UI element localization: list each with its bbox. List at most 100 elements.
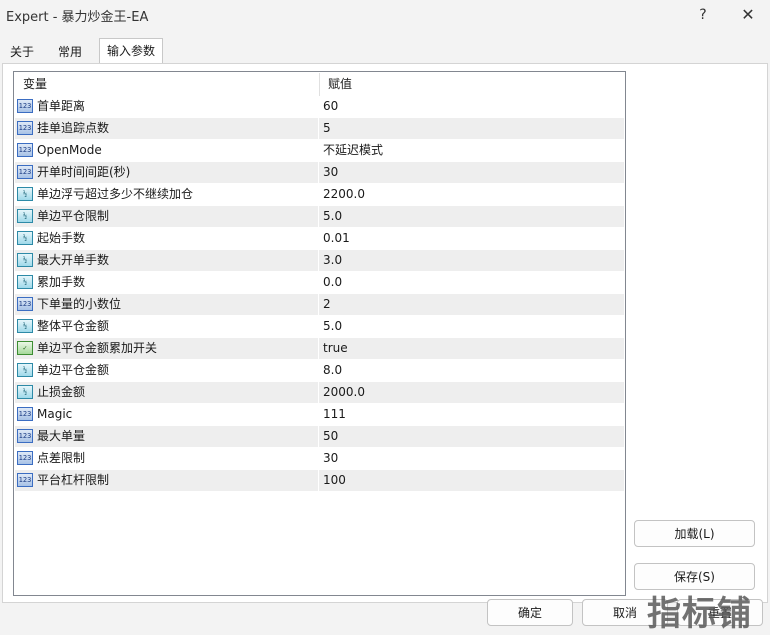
- variable-cell: ½ 最大开单手数: [15, 250, 319, 271]
- table-row[interactable]: ½ 整体平仓金额 5.0: [15, 316, 624, 338]
- variable-name: 点差限制: [37, 451, 86, 465]
- value-cell[interactable]: 5.0: [318, 316, 624, 337]
- double-icon: ½: [17, 253, 33, 267]
- int-icon: 123: [17, 165, 33, 179]
- value-cell[interactable]: 60: [318, 96, 624, 117]
- value-cell[interactable]: 50: [318, 426, 624, 447]
- table-row[interactable]: ½ 单边浮亏超过多少不继续加仓 2200.0: [15, 184, 624, 206]
- table-row[interactable]: 123 开单时间间距(秒) 30: [15, 162, 624, 184]
- grid-header: 变量 赋值: [15, 73, 624, 96]
- variable-name: 最大开单手数: [37, 253, 110, 267]
- value-cell[interactable]: 30: [318, 448, 624, 469]
- tab-common[interactable]: 常用: [50, 42, 90, 63]
- close-icon[interactable]: ✕: [728, 0, 768, 30]
- variable-cell: 123 最大单量: [15, 426, 319, 447]
- value-cell[interactable]: 不延迟模式: [318, 140, 624, 161]
- int-icon: 123: [17, 473, 33, 487]
- int-icon: 123: [17, 99, 33, 113]
- variable-cell: 123 Magic: [15, 404, 319, 425]
- variable-name: 起始手数: [37, 231, 86, 245]
- watermark-logo: 指标铺: [647, 594, 752, 634]
- table-row[interactable]: ✓ 单边平仓金额累加开关 true: [15, 338, 624, 360]
- table-row[interactable]: 123 平台杠杆限制 100: [15, 470, 624, 492]
- value-cell[interactable]: 30: [318, 162, 624, 183]
- table-row[interactable]: ½ 最大开单手数 3.0: [15, 250, 624, 272]
- value-cell[interactable]: 3.0: [318, 250, 624, 271]
- int-icon: 123: [17, 121, 33, 135]
- title-bar: Expert - 暴力炒金王-EA ? ✕: [0, 0, 770, 30]
- column-header-variable[interactable]: 变量: [15, 73, 320, 96]
- table-row[interactable]: 123 点差限制 30: [15, 448, 624, 470]
- table-row[interactable]: 123 下单量的小数位 2: [15, 294, 624, 316]
- double-icon: ½: [17, 231, 33, 245]
- variable-name: 整体平仓金额: [37, 319, 110, 333]
- tab-inputs[interactable]: 输入参数: [99, 38, 163, 64]
- variable-cell: 123 开单时间间距(秒): [15, 162, 319, 183]
- variable-cell: ✓ 单边平仓金额累加开关: [15, 338, 319, 359]
- value-cell[interactable]: true: [318, 338, 624, 359]
- variable-name: 下单量的小数位: [37, 297, 122, 311]
- variable-cell: 123 挂单追踪点数: [15, 118, 319, 139]
- load-button[interactable]: 加载(L): [634, 520, 755, 547]
- value-cell[interactable]: 0.01: [318, 228, 624, 249]
- value-cell[interactable]: 5: [318, 118, 624, 139]
- variable-cell: ½ 累加手数: [15, 272, 319, 293]
- variable-name: 单边平仓金额: [37, 363, 110, 377]
- table-row[interactable]: ½ 单边平仓限制 5.0: [15, 206, 624, 228]
- table-row[interactable]: ½ 累加手数 0.0: [15, 272, 624, 294]
- value-cell[interactable]: 2200.0: [318, 184, 624, 205]
- table-row[interactable]: 123 OpenMode 不延迟模式: [15, 140, 624, 162]
- value-cell[interactable]: 100: [318, 470, 624, 491]
- double-icon: ½: [17, 209, 33, 223]
- value-cell[interactable]: 111: [318, 404, 624, 425]
- table-row[interactable]: 123 挂单追踪点数 5: [15, 118, 624, 140]
- table-row[interactable]: ½ 起始手数 0.01: [15, 228, 624, 250]
- variable-cell: 123 点差限制: [15, 448, 319, 469]
- table-row[interactable]: 123 Magic 111: [15, 404, 624, 426]
- help-icon[interactable]: ?: [683, 0, 723, 30]
- variable-cell: ½ 整体平仓金额: [15, 316, 319, 337]
- variable-name: Magic: [37, 407, 73, 421]
- tab-strip: 关于 常用 输入参数: [0, 38, 770, 64]
- variable-name: 止损金额: [37, 385, 86, 399]
- int-icon: 123: [17, 429, 33, 443]
- value-cell[interactable]: 5.0: [318, 206, 624, 227]
- variable-cell: 123 平台杠杆限制: [15, 470, 319, 491]
- tab-about[interactable]: 关于: [4, 42, 40, 63]
- table-row[interactable]: ½ 止损金额 2000.0: [15, 382, 624, 404]
- variable-name: 单边浮亏超过多少不继续加仓: [37, 187, 194, 201]
- variable-name: 平台杠杆限制: [37, 473, 110, 487]
- variable-name: 单边平仓金额累加开关: [37, 341, 158, 355]
- grid-rows: 123 首单距离 60 123 挂单追踪点数 5 123 OpenMode 不延迟模式 123 开单…: [15, 96, 624, 492]
- variable-cell: ½ 起始手数: [15, 228, 319, 249]
- int-icon: 123: [17, 451, 33, 465]
- value-cell[interactable]: 0.0: [318, 272, 624, 293]
- value-cell[interactable]: 8.0: [318, 360, 624, 381]
- variable-name: 开单时间间距(秒): [37, 165, 131, 179]
- table-row[interactable]: 123 最大单量 50: [15, 426, 624, 448]
- table-row[interactable]: ½ 单边平仓金额 8.0: [15, 360, 624, 382]
- int-icon: 123: [17, 407, 33, 421]
- int-icon: 123: [17, 297, 33, 311]
- value-cell[interactable]: 2000.0: [318, 382, 624, 403]
- window-title: Expert - 暴力炒金王-EA: [6, 10, 149, 25]
- double-icon: ½: [17, 385, 33, 399]
- table-row[interactable]: 123 首单距离 60: [15, 96, 624, 118]
- parameters-grid: 变量 赋值 123 首单距离 60 123 挂单追踪点数 5 123 OpenMode 不延迟模…: [13, 71, 626, 596]
- double-icon: ½: [17, 363, 33, 377]
- column-header-value[interactable]: 赋值: [320, 73, 624, 96]
- value-cell[interactable]: 2: [318, 294, 624, 315]
- double-icon: ½: [17, 275, 33, 289]
- variable-cell: 123 下单量的小数位: [15, 294, 319, 315]
- variable-name: 挂单追踪点数: [37, 121, 110, 135]
- variable-name: 最大单量: [37, 429, 86, 443]
- ok-button[interactable]: 确定: [487, 599, 573, 626]
- int-icon: 123: [17, 143, 33, 157]
- variable-cell: ½ 单边平仓限制: [15, 206, 319, 227]
- variable-cell: 123 首单距离: [15, 96, 319, 117]
- variable-name: 首单距离: [37, 99, 86, 113]
- variable-cell: ½ 单边浮亏超过多少不继续加仓: [15, 184, 319, 205]
- variable-cell: ½ 单边平仓金额: [15, 360, 319, 381]
- double-icon: ½: [17, 187, 33, 201]
- variable-name: 单边平仓限制: [37, 209, 110, 223]
